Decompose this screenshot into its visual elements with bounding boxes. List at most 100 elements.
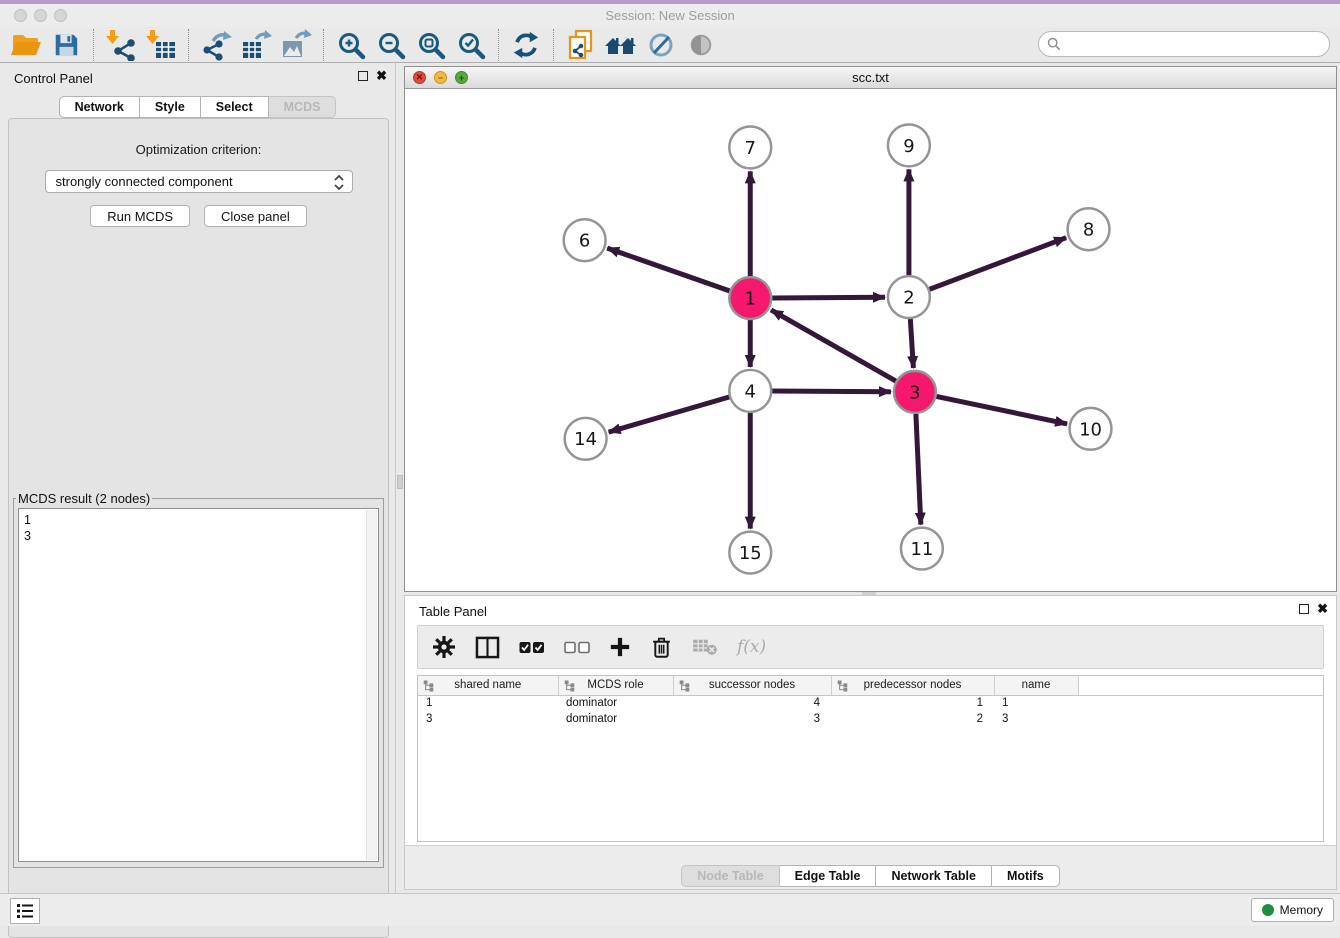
node-15[interactable]: 15 <box>729 532 771 574</box>
import-network-button[interactable] <box>101 28 141 62</box>
close-panel-icon[interactable]: ✖ <box>376 71 387 81</box>
edge-1-2[interactable] <box>772 297 885 298</box>
network-graph[interactable]: 7 9 6 8 1 2 4 3 14 10 15 11 <box>405 89 1336 591</box>
tab-edge-table[interactable]: Edge Table <box>780 865 877 887</box>
zoom-in-button[interactable] <box>331 28 371 62</box>
column-type-icon <box>423 680 434 692</box>
svg-text:4: 4 <box>745 381 756 402</box>
split-columns-icon <box>475 636 500 659</box>
node-14[interactable]: 14 <box>565 418 607 460</box>
tab-mcds[interactable]: MCDS <box>269 96 337 118</box>
result-scrollbar[interactable] <box>366 510 377 860</box>
float-panel-icon[interactable] <box>358 71 368 81</box>
cell-name[interactable]: 3 <box>994 711 1078 727</box>
node-9[interactable]: 9 <box>888 124 930 166</box>
export-network-icon <box>200 29 232 61</box>
cell-shared-name[interactable]: 3 <box>418 711 558 727</box>
node-6[interactable]: 6 <box>564 219 606 261</box>
svg-text:8: 8 <box>1083 220 1094 241</box>
network-canvas[interactable]: 7 9 6 8 1 2 4 3 14 10 15 11 <box>405 89 1336 591</box>
open-session-button[interactable] <box>6 28 46 62</box>
hide-graphics-button[interactable] <box>681 28 721 62</box>
node-11[interactable]: 11 <box>901 528 943 570</box>
split-columns-button[interactable] <box>475 636 500 659</box>
mcds-result-group: MCDS result (2 nodes) 1 3 <box>13 491 384 868</box>
cell-MCDS-role[interactable]: dominator <box>558 695 673 711</box>
node-8[interactable]: 8 <box>1068 208 1110 250</box>
column-header-name[interactable]: name <box>994 676 1078 695</box>
edge-2-8[interactable] <box>929 238 1066 290</box>
apply-layout-button[interactable] <box>506 28 546 62</box>
import-table-button[interactable] <box>141 28 181 62</box>
export-network-button[interactable] <box>196 28 236 62</box>
column-header-MCDS-role[interactable]: MCDS role <box>558 676 673 695</box>
edge-3-11[interactable] <box>916 414 921 525</box>
tab-select[interactable]: Select <box>201 96 269 118</box>
duplicate-network-icon <box>565 29 597 61</box>
cell-MCDS-role[interactable]: dominator <box>558 711 673 727</box>
cell-predecessor-nodes[interactable]: 2 <box>831 711 994 727</box>
delete-column-button[interactable] <box>650 635 673 659</box>
duplicate-network-button[interactable] <box>561 28 601 62</box>
export-table-button[interactable] <box>236 28 276 62</box>
search-box[interactable] <box>1038 31 1330 57</box>
column-header-shared-name[interactable]: shared name <box>418 676 558 695</box>
node-10[interactable]: 10 <box>1070 408 1112 450</box>
search-input[interactable] <box>1066 34 1329 54</box>
tab-network[interactable]: Network <box>59 96 140 118</box>
network-window-titlebar[interactable]: ✕ − + scc.txt <box>405 67 1336 89</box>
save-session-button[interactable] <box>46 28 86 62</box>
memory-status-icon <box>1262 904 1274 916</box>
close-table-panel-icon[interactable]: ✖ <box>1317 604 1328 614</box>
edge-3-10[interactable] <box>936 396 1067 423</box>
zoom-selected-button[interactable] <box>451 28 491 62</box>
tab-network-table[interactable]: Network Table <box>876 865 992 887</box>
node-2[interactable]: 2 <box>888 276 930 318</box>
column-header-successor-nodes[interactable]: successor nodes <box>673 676 831 695</box>
tab-style[interactable]: Style <box>140 96 201 118</box>
delete-table-button[interactable] <box>692 637 718 657</box>
svg-text:10: 10 <box>1079 419 1102 440</box>
close-panel-button[interactable]: Close panel <box>204 205 307 227</box>
table-row[interactable]: 1dominator411 <box>418 695 1323 711</box>
svg-text:1: 1 <box>745 289 756 310</box>
run-mcds-button[interactable]: Run MCDS <box>90 205 190 227</box>
edge-3-1[interactable] <box>771 310 896 381</box>
export-image-button[interactable] <box>276 28 316 62</box>
style-button[interactable] <box>641 28 681 62</box>
table-row[interactable]: 3dominator323 <box>418 711 1323 727</box>
optimization-criterion-select[interactable]: strongly connected component <box>45 170 353 193</box>
home-button[interactable] <box>601 28 641 62</box>
node-7[interactable]: 7 <box>729 126 771 168</box>
memory-button[interactable]: Memory <box>1251 898 1334 922</box>
cell-predecessor-nodes[interactable]: 1 <box>831 695 994 711</box>
style-icon <box>646 30 676 60</box>
column-header-predecessor-nodes[interactable]: predecessor nodes <box>831 676 994 695</box>
edge-4-14[interactable] <box>609 397 730 432</box>
float-table-panel-icon[interactable] <box>1299 604 1309 614</box>
tab-node-table[interactable]: Node Table <box>681 865 779 887</box>
edge-4-3[interactable] <box>772 391 891 392</box>
cell-shared-name[interactable]: 1 <box>418 695 558 711</box>
tab-motifs[interactable]: Motifs <box>992 865 1060 887</box>
create-column-button[interactable] <box>609 636 631 658</box>
zoom-in-icon <box>336 30 366 60</box>
node-4[interactable]: 4 <box>729 370 771 412</box>
task-history-button[interactable] <box>10 898 40 924</box>
function-icon: f(x) <box>737 637 766 657</box>
function-builder-button[interactable]: f(x) <box>737 637 766 657</box>
edge-2-3[interactable] <box>910 319 913 368</box>
select-all-columns-button[interactable] <box>519 641 545 654</box>
splitter-handle[interactable] <box>397 475 403 489</box>
table-settings-button[interactable] <box>432 635 456 659</box>
cell-successor-nodes[interactable]: 3 <box>673 711 831 727</box>
edge-1-6[interactable] <box>607 248 729 291</box>
zoom-out-button[interactable] <box>371 28 411 62</box>
zoom-fit-button[interactable] <box>411 28 451 62</box>
cell-name[interactable]: 1 <box>994 695 1078 711</box>
node-1[interactable]: 1 <box>729 277 771 319</box>
cell-successor-nodes[interactable]: 4 <box>673 695 831 711</box>
vertical-splitter[interactable] <box>396 63 404 893</box>
deselect-all-columns-button[interactable] <box>564 641 590 654</box>
node-3[interactable]: 3 <box>894 371 936 413</box>
